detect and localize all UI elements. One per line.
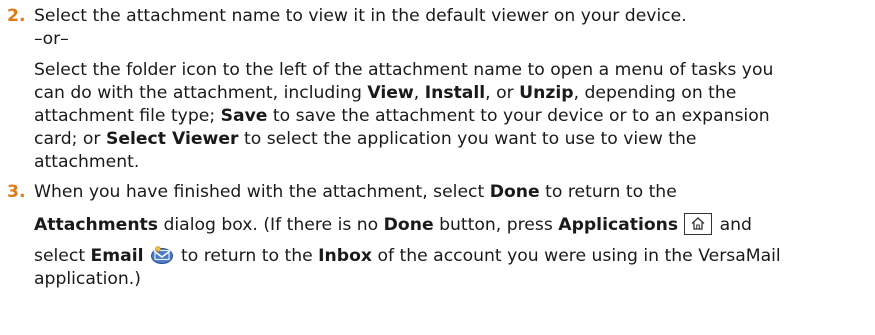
- step-3-text-1a: When you have finished with the attachme…: [34, 182, 490, 202]
- or-separator: –or–: [34, 29, 69, 49]
- done-term: Done: [489, 182, 540, 202]
- install-term: Install: [424, 83, 486, 103]
- unzip-term: Unzip: [519, 83, 574, 103]
- email-term: Email: [90, 246, 144, 266]
- step-2-text-6a: card; or: [34, 129, 106, 149]
- applications-term: Applications: [558, 215, 679, 235]
- step-3-line-1: When you have finished with the attachme…: [34, 181, 677, 203]
- step-3-text-1b: to return to the: [539, 182, 677, 202]
- attachments-term: Attachments: [34, 215, 159, 235]
- step-2-text-5a: attachment file type;: [34, 106, 221, 126]
- step-3-text-2b: button, press: [433, 215, 559, 235]
- step-2-line-3: Select the folder icon to the left of th…: [34, 59, 773, 81]
- view-term: View: [367, 83, 414, 103]
- step-2-sep-1: ,: [413, 83, 425, 103]
- step-3-line-2: Attachments dialog box. (If there is no …: [34, 213, 752, 236]
- step-2-text-1: Select the attachment name to view it in…: [34, 6, 687, 26]
- step-3-line-3: select Email to return to the Inbox of t…: [34, 245, 781, 267]
- select-viewer-term: Select Viewer: [105, 129, 239, 149]
- step-3-number: 3.: [7, 182, 26, 202]
- step-3-line-4: application.): [34, 268, 141, 290]
- step-2-text-4b: , depending on the: [573, 83, 737, 103]
- step-3-text-3a: select: [34, 246, 91, 266]
- step-2-text-7: attachment.: [34, 152, 140, 172]
- step-2-sep-2: , or: [485, 83, 520, 103]
- step-2-line-4: can do with the attachment, including Vi…: [34, 82, 736, 104]
- step-3-text-2c: and: [714, 215, 752, 235]
- step-2-text-6b: to select the application you want to us…: [238, 129, 697, 149]
- step-3-text-2a: dialog box. (If there is no: [158, 215, 384, 235]
- step-2-or: –or–: [34, 28, 69, 50]
- step-2-line-1: Select the attachment name to view it in…: [34, 5, 687, 27]
- step-2-line-6: card; or Select Viewer to select the app…: [34, 128, 696, 150]
- step-2-number: 2.: [7, 6, 26, 26]
- step-2-text-5b: to save the attachment to your device or…: [267, 106, 770, 126]
- email-app-icon: [150, 246, 173, 264]
- step-2-line-7: attachment.: [34, 151, 139, 173]
- step-2-text-3: Select the folder icon to the left of th…: [34, 60, 774, 80]
- save-term: Save: [220, 106, 268, 126]
- inbox-term: Inbox: [318, 246, 372, 266]
- step-2-line-5: attachment file type; Save to save the a…: [34, 105, 770, 127]
- step-2-text-4a: can do with the attachment, including: [34, 83, 368, 103]
- done-term-2: Done: [383, 215, 434, 235]
- step-3-text-3c: of the account you were using in the Ver…: [372, 246, 781, 266]
- step-3-text-4: application.): [34, 269, 141, 289]
- home-key-icon: [684, 213, 713, 235]
- step-3-text-3b: to return to the: [175, 246, 319, 266]
